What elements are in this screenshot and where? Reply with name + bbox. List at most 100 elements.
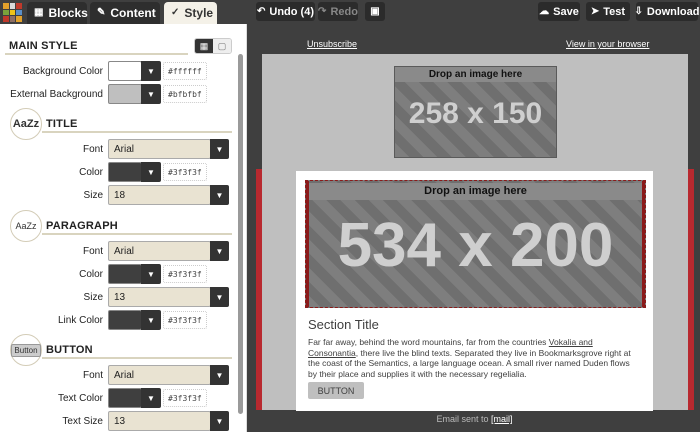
- paragraph-font-dropdown[interactable]: ▼: [210, 241, 229, 261]
- image-size-label: 534 x 200: [337, 211, 614, 280]
- title-size-dropdown[interactable]: ▼: [210, 185, 229, 205]
- button-font-select[interactable]: Arial: [108, 365, 211, 385]
- paragraph-font-select[interactable]: Arial: [108, 241, 211, 261]
- link-color-dropdown[interactable]: ▼: [141, 310, 161, 330]
- background-color-swatch[interactable]: [108, 61, 142, 81]
- button-text-color-label: Text Color: [57, 393, 103, 404]
- save-button[interactable]: ☁ Save: [538, 2, 580, 21]
- title-font-dropdown[interactable]: ▼: [210, 139, 229, 159]
- tab-content[interactable]: ✎ Content: [90, 2, 160, 24]
- download-icon: ⇩: [634, 5, 643, 17]
- button-style-icon-text: Button: [11, 343, 41, 357]
- title-color-dropdown[interactable]: ▼: [141, 162, 161, 182]
- tab-content-label: Content: [110, 6, 156, 20]
- app-logo: [3, 3, 22, 22]
- section-paragraph[interactable]: Far far away, behind the word mountains,…: [308, 337, 633, 379]
- chevron-down-icon: ▼: [215, 144, 224, 154]
- brush-icon: ✓: [171, 7, 180, 18]
- paragraph-size-select[interactable]: 13: [108, 287, 211, 307]
- background-color-label: Background Color: [22, 66, 103, 77]
- download-button[interactable]: ⇩ Download: [634, 2, 700, 21]
- paragraph-size-dropdown[interactable]: ▼: [210, 287, 229, 307]
- button-font-dropdown[interactable]: ▼: [210, 365, 229, 385]
- chevron-down-icon: ▼: [147, 167, 155, 177]
- tab-style[interactable]: ✓ Style: [164, 2, 217, 24]
- drop-image-label: Drop an image here: [309, 183, 642, 200]
- tab-style-label: Style: [184, 6, 214, 20]
- left-accent-bar: [256, 169, 262, 410]
- image-placeholder-large[interactable]: Drop an image here 534 x 200: [304, 179, 647, 309]
- main-style-heading: MAIN STYLE: [9, 40, 78, 52]
- style-panel: MAIN STYLE ▦ ▢ Background Color ▼ #fffff…: [0, 24, 247, 432]
- button-text-color-swatch[interactable]: [108, 388, 142, 408]
- button-section-heading: BUTTON: [46, 344, 93, 356]
- button-section-divider: [42, 357, 232, 359]
- title-color-label: Color: [79, 167, 103, 178]
- image-size-label: 258 x 150: [408, 97, 543, 130]
- top-toolbar: ▦ Blocks ✎ Content ✓ Style ↶ Undo (4) ↷ …: [0, 0, 700, 24]
- test-button[interactable]: ➤ Test: [586, 2, 630, 21]
- section-title[interactable]: Section Title: [308, 317, 379, 332]
- footer-mail-link[interactable]: [mail]: [491, 414, 513, 424]
- button-text-size-dropdown[interactable]: ▼: [210, 411, 229, 431]
- external-background-swatch[interactable]: [108, 84, 142, 104]
- link-color-label: Link Color: [57, 315, 103, 326]
- panel-scrollbar[interactable]: [238, 54, 243, 414]
- tab-blocks[interactable]: ▦ Blocks: [27, 2, 88, 24]
- external-background-hex[interactable]: #bfbfbf: [163, 85, 207, 103]
- title-font-select[interactable]: Arial: [108, 139, 211, 159]
- unsubscribe-link[interactable]: Unsubscribe: [307, 39, 357, 49]
- view-in-browser-link[interactable]: View in your browser: [566, 39, 649, 49]
- redo-label: Redo: [330, 5, 358, 18]
- block-style-icon[interactable]: ▢: [213, 39, 231, 53]
- tab-blocks-label: Blocks: [48, 6, 88, 20]
- redo-button[interactable]: ↷ Redo: [318, 2, 358, 21]
- button-text-size-select[interactable]: 13: [108, 411, 211, 431]
- download-label: Download: [646, 5, 700, 18]
- chevron-down-icon: ▼: [147, 269, 155, 279]
- button-text-color-dropdown[interactable]: ▼: [141, 388, 161, 408]
- external-background-dropdown[interactable]: ▼: [141, 84, 161, 104]
- undo-button[interactable]: ↶ Undo (4): [256, 2, 315, 21]
- title-section-divider: [42, 131, 232, 133]
- style-scope-toggle[interactable]: ▦ ▢: [194, 38, 232, 54]
- undo-icon: ↶: [257, 5, 266, 17]
- title-font-label: Font: [82, 144, 103, 155]
- background-color-dropdown[interactable]: ▼: [141, 61, 161, 81]
- pencil-icon: ✎: [97, 7, 106, 18]
- redo-icon: ↷: [318, 5, 327, 17]
- paragraph-section-divider: [42, 233, 232, 235]
- button-text-color-hex[interactable]: #3f3f3f: [163, 389, 207, 407]
- footer-text: Email sent to: [436, 414, 491, 424]
- global-style-icon[interactable]: ▦: [195, 39, 213, 53]
- chevron-down-icon: ▼: [215, 370, 224, 380]
- paragraph-color-label: Color: [79, 269, 103, 280]
- paragraph-color-dropdown[interactable]: ▼: [141, 264, 161, 284]
- title-section-heading: TITLE: [46, 118, 78, 130]
- save-label: Save: [553, 5, 579, 18]
- link-color-hex[interactable]: #3f3f3f: [163, 311, 207, 329]
- undo-label: Undo (4): [269, 5, 314, 18]
- image-placeholder-small[interactable]: Drop an image here 258 x 150: [394, 66, 557, 158]
- title-color-hex[interactable]: #3f3f3f: [163, 163, 207, 181]
- paragraph-color-hex[interactable]: #3f3f3f: [163, 265, 207, 283]
- send-icon: ➤: [590, 5, 600, 17]
- email-button[interactable]: BUTTON: [308, 382, 364, 399]
- chevron-down-icon: ▼: [215, 246, 224, 256]
- image-gallery-button[interactable]: ▣: [365, 2, 385, 21]
- title-style-icon: AaZz: [10, 108, 42, 140]
- button-text-size-label: Text Size: [62, 416, 103, 427]
- title-size-select[interactable]: 18: [108, 185, 211, 205]
- email-preview: Unsubscribe View in your browser Drop an…: [249, 24, 700, 432]
- test-label: Test: [603, 5, 626, 18]
- main-style-divider: [5, 53, 188, 55]
- paragraph-size-label: Size: [83, 292, 103, 303]
- title-color-swatch[interactable]: [108, 162, 142, 182]
- paragraph-color-swatch[interactable]: [108, 264, 142, 284]
- link-color-swatch[interactable]: [108, 310, 142, 330]
- chevron-down-icon: ▼: [147, 66, 155, 76]
- button-font-label: Font: [82, 370, 103, 381]
- chevron-down-icon: ▼: [215, 190, 224, 200]
- background-color-hex[interactable]: #ffffff: [163, 62, 207, 80]
- paragraph-text-end: , there live the blind texts. Separated …: [308, 347, 631, 379]
